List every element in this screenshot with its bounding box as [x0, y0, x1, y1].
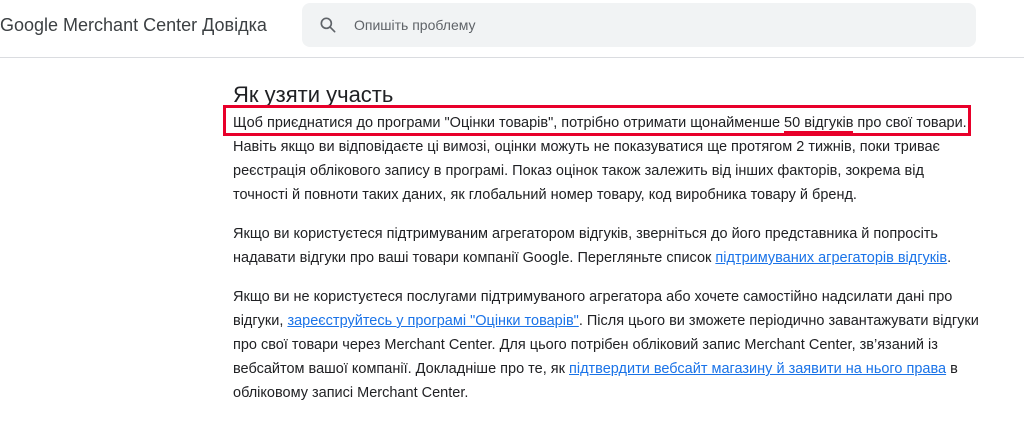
paragraph-requirements: Щоб приєднатися до програми "Оцінки това…	[233, 111, 981, 207]
help-center-header: Google Merchant Center Довідка	[0, 0, 1024, 58]
article-content: Як узяти участь Щоб приєднатися до прогр…	[233, 80, 981, 405]
search-box[interactable]	[302, 3, 976, 47]
verify-website-link[interactable]: підтвердити вебсайт магазину й заявити н…	[569, 361, 946, 377]
search-input[interactable]	[354, 3, 954, 47]
p2-end: .	[947, 250, 952, 266]
supported-aggregators-link[interactable]: підтримуваних агрегаторів відгуків	[715, 250, 947, 266]
brand-title[interactable]: Google Merchant Center Довідка	[0, 14, 267, 36]
p1-text-before: Щоб приєднатися до програми "Оцінки това…	[233, 115, 785, 131]
reviews-count-highlight: 50 відгуків	[784, 115, 854, 133]
register-program-link[interactable]: зареєструйтесь у програмі "Оцінки товарі…	[287, 313, 578, 329]
paragraph-self-submit: Якщо ви не користуєтеся послугами підтри…	[233, 285, 981, 405]
section-title: Як узяти участь	[233, 82, 394, 107]
paragraph-aggregator: Якщо ви користуєтеся підтримуваним агрег…	[233, 222, 981, 270]
search-icon[interactable]	[318, 15, 338, 35]
